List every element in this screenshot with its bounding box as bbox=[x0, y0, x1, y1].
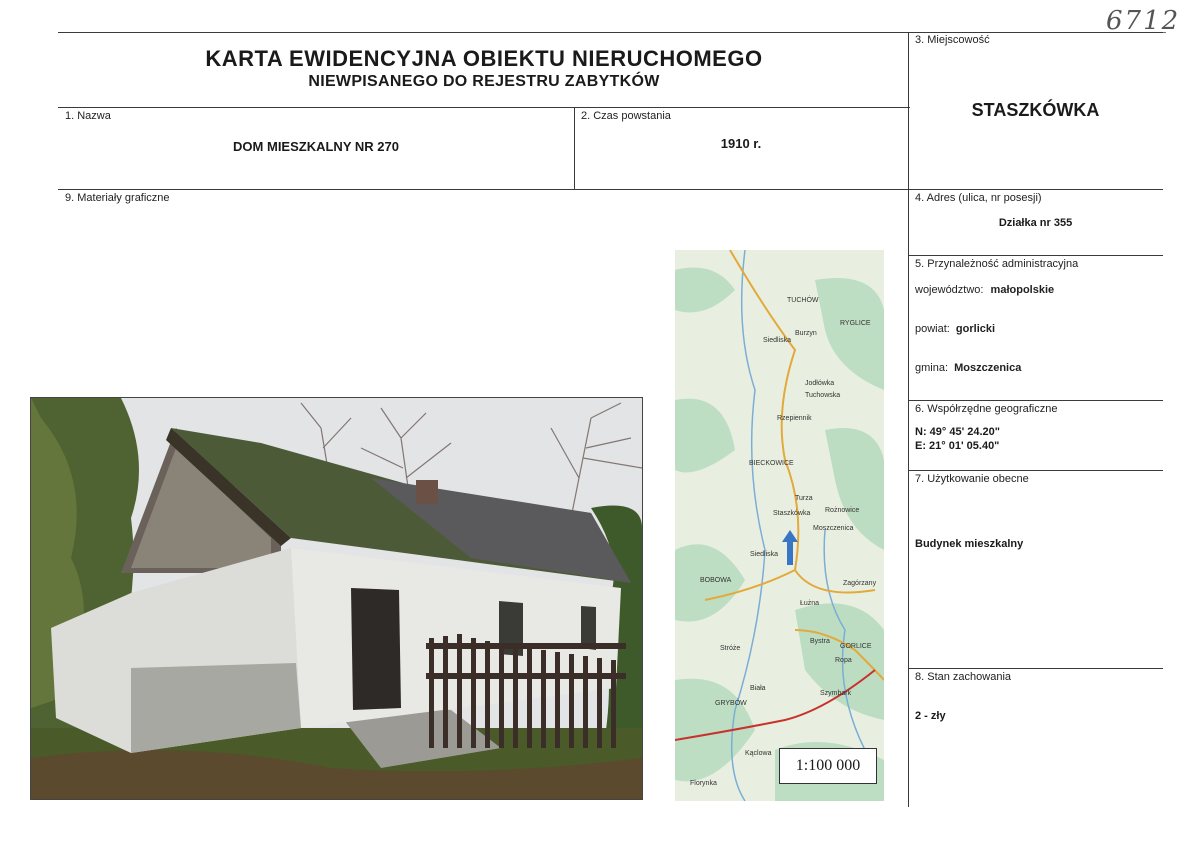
page-title: KARTA EWIDENCYJNA OBIEKTU NIERUCHOMEGO bbox=[205, 46, 763, 71]
map-label-biala: Biała bbox=[750, 685, 766, 692]
usage-label: 7. Użytkowanie obecne bbox=[915, 473, 1029, 485]
top-border bbox=[58, 32, 1163, 33]
condition-label: 8. Stan zachowania bbox=[915, 671, 1012, 683]
map-label-ropa: Ropa bbox=[835, 657, 852, 664]
right-column-divider bbox=[908, 32, 909, 807]
locality-label: 3. Miejscowość bbox=[915, 34, 990, 46]
coords-east: E: 21° 01' 05.40" bbox=[915, 440, 1000, 452]
house-photo-drawing bbox=[31, 398, 642, 799]
map-label-bobowa: BOBOWA bbox=[700, 577, 732, 584]
locality-value: STASZKÓWKA bbox=[971, 100, 1100, 120]
map-label-tuchow: TUCHÓW bbox=[787, 295, 819, 304]
voivodeship-row: województwo: małopolskie bbox=[915, 284, 1054, 296]
map-label-zagorzany: Zagórzany bbox=[843, 580, 877, 587]
map-label-tuchowska: Tuchowska bbox=[805, 392, 840, 399]
map-label-kaclowa: Kąclowa bbox=[745, 750, 772, 757]
voivodeship-label: województwo: bbox=[915, 284, 984, 296]
condition-value: 2 - zły bbox=[915, 710, 946, 722]
voivodeship-value: małopolskie bbox=[990, 284, 1055, 296]
page-subtitle: NIEWPISANEGO DO REJESTRU ZABYTKÓW bbox=[308, 73, 660, 90]
map-label-luzna: Łużna bbox=[800, 600, 819, 607]
map-label-ryglice: RYGLICE bbox=[840, 320, 871, 327]
address-label: 4. Adres (ulica, nr posesji) bbox=[915, 192, 1042, 204]
built-label: 2. Czas powstania bbox=[581, 110, 671, 122]
map-label-bieckowice: BIECKOWICE bbox=[749, 460, 794, 467]
usage-value: Budynek mieszkalny bbox=[915, 538, 1024, 550]
county-label: powiat: bbox=[915, 323, 950, 335]
map-label-gorlice: GORLICE bbox=[840, 643, 872, 650]
title-divider bbox=[58, 107, 910, 108]
coords-divider bbox=[908, 470, 1163, 471]
address-divider bbox=[908, 255, 1163, 256]
house-photo bbox=[30, 397, 643, 800]
county-value: gorlicki bbox=[955, 323, 996, 335]
map-label-florynka: Florynka bbox=[690, 780, 717, 787]
usage-divider bbox=[908, 668, 1163, 669]
graphics-label: 9. Materiały graficzne bbox=[65, 192, 170, 204]
built-value: 1910 r. bbox=[720, 136, 762, 151]
map-label-turza: Turza bbox=[795, 495, 813, 502]
map-label-stroze: Stróże bbox=[720, 645, 740, 652]
map-label-moszczenica: Moszczenica bbox=[813, 525, 854, 532]
map-label-rzepiennik: Rzepiennik bbox=[777, 415, 812, 422]
map-label-staszkowka: Staszkówka bbox=[773, 510, 810, 517]
map-label-szymbark: Szymbark bbox=[820, 690, 852, 697]
commune-value: Moszczenica bbox=[954, 362, 1022, 374]
map-label-jodlowka: Jodłówka bbox=[805, 380, 834, 387]
coords-north: N: 49° 45' 24.20" bbox=[915, 426, 1001, 438]
commune-row: gmina: Moszczenica bbox=[915, 362, 1021, 374]
map-label-roznowice: Rożnowice bbox=[825, 507, 859, 514]
admin-divider bbox=[908, 400, 1163, 401]
map-label-grybow: GRYBÓW bbox=[715, 698, 747, 707]
name-label: 1. Nazwa bbox=[65, 110, 111, 122]
map-scale: 1:100 000 bbox=[779, 748, 877, 784]
address-value: Działka nr 355 bbox=[998, 217, 1073, 229]
admin-label: 5. Przynależność administracyjna bbox=[915, 258, 1079, 270]
coords-label: 6. Współrzędne geograficzne bbox=[915, 403, 1058, 415]
record-card: { "handwritten_number": "6712", "header"… bbox=[0, 0, 1199, 850]
name-value: DOM MIESZKALNY NR 270 bbox=[233, 139, 399, 154]
location-map-drawing: TUCHÓW RYGLICE Burzyn Siedliska Jodłówka… bbox=[675, 250, 884, 801]
map-label-bystra: Bystra bbox=[810, 638, 830, 645]
row1-divider bbox=[58, 189, 1163, 190]
map-label-siedliska: Siedliska bbox=[763, 337, 791, 344]
map-label-burzyn: Burzyn bbox=[795, 330, 817, 337]
county-row: powiat: gorlicki bbox=[915, 323, 995, 335]
map-label-siedliska-2: Siedliska bbox=[750, 551, 778, 558]
location-map: TUCHÓW RYGLICE Burzyn Siedliska Jodłówka… bbox=[675, 250, 884, 801]
commune-label: gmina: bbox=[915, 362, 949, 374]
